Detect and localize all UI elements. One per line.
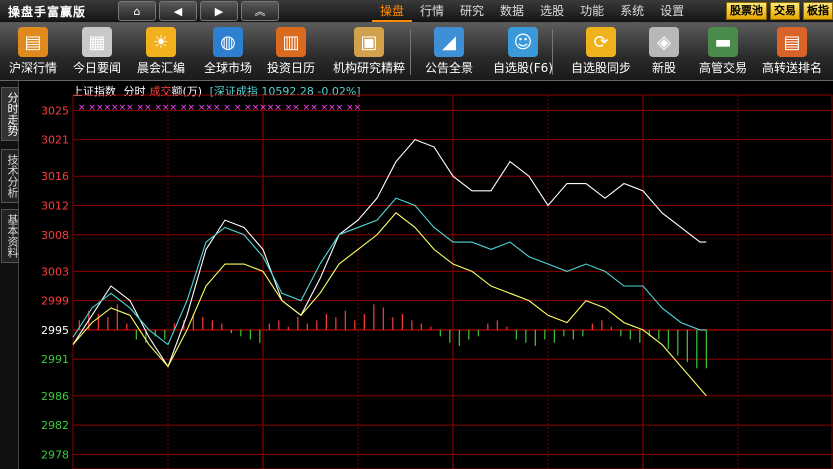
forward-icon[interactable]: ▶: [200, 1, 238, 21]
back-icon[interactable]: ◀: [159, 1, 197, 21]
y-tick-label: 3008: [41, 229, 69, 242]
y-tick-label: 3012: [41, 199, 69, 212]
clipboard-icon: ▣: [354, 27, 384, 57]
y-tick-label: 3003: [41, 265, 69, 278]
menu-item-0[interactable]: 操盘: [372, 0, 413, 22]
home-icon[interactable]: ⌂: [118, 1, 156, 21]
toolbar-label: 机构研究精粹: [332, 61, 405, 75]
toolbar-button-5[interactable]: ▣ 机构研究精粹: [325, 23, 413, 80]
toolbar-button-8[interactable]: ⟳ 自选股同步: [560, 23, 642, 80]
toolbar-label: 今日要闻: [72, 61, 121, 75]
new-stock-icon: ◈: [649, 27, 679, 57]
toolbar-separator: [552, 29, 553, 75]
toolbar-button-6[interactable]: ◢ 公告全景: [418, 23, 480, 80]
quick-button-1[interactable]: 交易: [770, 2, 800, 20]
sync-icon: ⟳: [586, 27, 616, 57]
nav-buttons: ⌂ ◀ ▶ ︽: [118, 1, 279, 21]
menu-item-6[interactable]: 系统: [612, 0, 652, 22]
y-tick-label: 3021: [41, 134, 69, 147]
toolbar-label: 高转送排名: [761, 61, 822, 75]
y-tick-label: 3025: [41, 104, 69, 117]
toolbar-button-2[interactable]: ☀ 晨会汇编: [128, 23, 194, 80]
event-markers: × ×××××× ×× ××× ×× ××× × × ××××× ×× ×× ×…: [78, 103, 361, 113]
quick-button-2[interactable]: 板指: [803, 2, 833, 20]
calendar-icon: ▥: [276, 27, 306, 57]
y-tick-label: 2986: [41, 390, 69, 403]
toolbar-button-0[interactable]: ▤ 沪深行情: [2, 23, 64, 80]
y-tick-label: 3016: [41, 170, 69, 183]
toolbar-label: 高管交易: [698, 61, 747, 75]
main-menu: 操盘 行情 研究 数据 选股 功能 系统 设置: [372, 0, 692, 22]
y-tick-label: 2999: [41, 295, 69, 308]
menu-item-4[interactable]: 选股: [532, 0, 572, 22]
chart-icon: ▤: [18, 27, 48, 57]
menu-item-7[interactable]: 设置: [652, 0, 692, 22]
megaphone-icon: ◢: [434, 27, 464, 57]
app-title: 操盘手富赢版: [8, 5, 87, 19]
toolbar-button-1[interactable]: ▦ 今日要闻: [66, 23, 128, 80]
title-bar: 操盘手富赢版 ⌂ ◀ ▶ ︽ 操盘 行情 研究 数据 选股 功能 系统 设置 股票池 交易 板指: [0, 0, 833, 23]
toolbar-label: 全球市场: [203, 61, 252, 75]
quick-buttons: 股票池 交易 板指: [726, 2, 833, 20]
toolbar-label: 沪深行情: [8, 61, 57, 75]
intraday-chart[interactable]: 3025 3021 3016 3012 3008 3003 2999 2995 2991 2986…: [18, 81, 833, 469]
collapse-up-icon[interactable]: ︽: [241, 1, 279, 21]
menu-item-1[interactable]: 行情: [412, 0, 452, 22]
toolbar-button-4[interactable]: ▥ 投资日历: [260, 23, 322, 80]
tab-technical[interactable]: 技术分析: [1, 149, 19, 203]
quick-button-0[interactable]: 股票池: [726, 2, 767, 20]
toolbar-label: 自选股(F6): [493, 61, 553, 75]
news-icon: ▦: [82, 27, 112, 57]
menu-item-2[interactable]: 研究: [452, 0, 492, 22]
toolbar-button-11[interactable]: ▤ 高转送排名: [752, 23, 832, 80]
side-tabs: 分时走势 技术分析 基本资料: [0, 81, 19, 469]
toolbar-button-10[interactable]: ▬ 高管交易: [694, 23, 752, 80]
toolbar-separator: [410, 29, 411, 75]
toolbar-button-9[interactable]: ◈ 新股: [642, 23, 686, 80]
morning-icon: ☀: [146, 27, 176, 57]
user-stock-icon: ☺: [508, 27, 538, 57]
ranking-icon: ▤: [777, 27, 807, 57]
toolbar-label: 公告全景: [424, 61, 473, 75]
toolbar-label: 晨会汇编: [136, 61, 185, 75]
toolbar-label: 新股: [651, 61, 676, 75]
toolbar-label: 投资日历: [266, 61, 315, 75]
exec-trade-icon: ▬: [708, 27, 738, 57]
y-tick-label: 2995: [41, 324, 69, 337]
y-tick-label: 2991: [41, 353, 69, 366]
menu-item-5[interactable]: 功能: [572, 0, 612, 22]
menu-item-3[interactable]: 数据: [492, 0, 532, 22]
tab-fundamentals[interactable]: 基本资料: [1, 209, 19, 263]
toolbar-label: 自选股同步: [570, 61, 631, 75]
y-tick-label: 2982: [41, 419, 69, 432]
tab-intraday[interactable]: 分时走势: [1, 87, 19, 141]
toolbar: ▤ 沪深行情 ▦ 今日要闻 ☀ 晨会汇编 ◍ 全球市场 ▥ 投资日历 ▣ 机构研究精粹 ◢ 公告全景 ☺ 自选…: [0, 23, 833, 81]
toolbar-button-7[interactable]: ☺ 自选股(F6): [484, 23, 562, 80]
toolbar-button-3[interactable]: ◍ 全球市场: [196, 23, 260, 80]
globe-icon: ◍: [213, 27, 243, 57]
y-tick-label: 2978: [41, 448, 69, 461]
